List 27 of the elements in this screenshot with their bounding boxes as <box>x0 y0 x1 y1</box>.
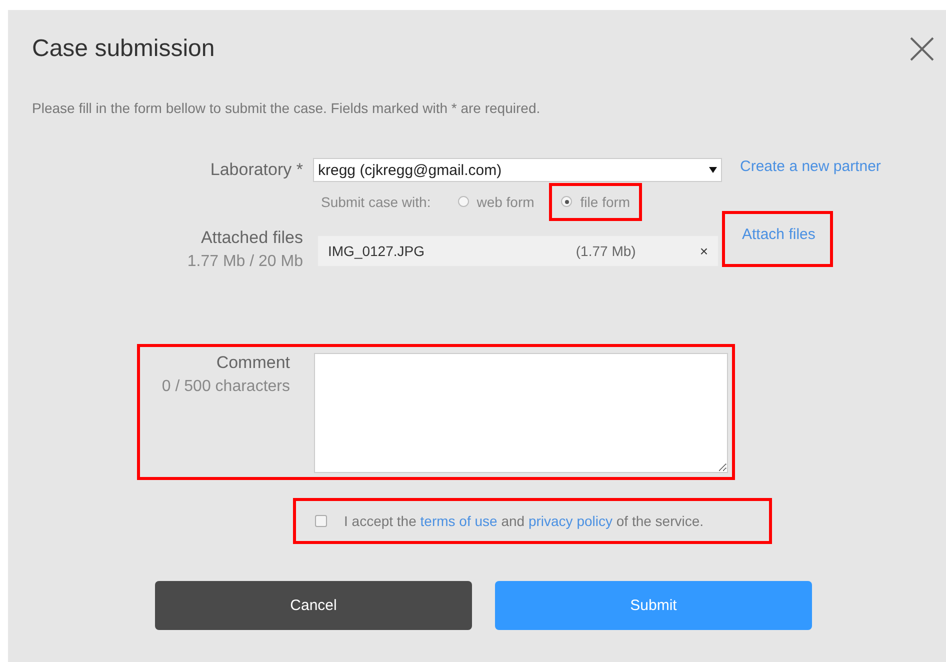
dialog-title: Case submission <box>32 35 215 63</box>
field-label: Submit case with: <box>321 194 431 210</box>
radio-button[interactable] <box>561 196 572 208</box>
caret-icon <box>709 167 717 173</box>
character-counter: 0 / 500 characters <box>160 378 290 396</box>
close-icon[interactable] <box>910 37 934 61</box>
link[interactable]: terms of use <box>420 513 498 529</box>
file-name: IMG_0127.JPG <box>328 243 426 259</box>
attach-files-link[interactable]: Attach files <box>742 226 816 243</box>
radio-label[interactable]: web form <box>476 194 534 210</box>
remove-file-button[interactable]: × <box>700 243 708 259</box>
submit-button[interactable]: Submit <box>495 581 812 630</box>
cancel-button[interactable]: Cancel <box>155 581 472 630</box>
terms-sentence: I accept the terms of use and privacy policy of the service. <box>344 513 704 529</box>
field-label: Comment <box>215 353 290 373</box>
radio-label[interactable]: file form <box>580 194 630 210</box>
size-usage: 1.77 Mb / 20 Mb <box>186 253 303 271</box>
radio-button[interactable] <box>458 196 469 208</box>
comment-field[interactable] <box>314 353 728 473</box>
field-label: Attached files <box>200 228 303 248</box>
field-label: Laboratory * <box>209 159 303 180</box>
create-partner-link[interactable]: Create a new partner <box>740 158 881 175</box>
instructions-text: Please fill in the form bellow to submit the case. Fields marked with * are required. <box>32 100 542 116</box>
checkbox[interactable] <box>315 515 327 527</box>
link[interactable]: privacy policy <box>528 513 612 529</box>
laboratory-select[interactable]: kregg (cjkregg@gmail.com) <box>313 158 722 182</box>
file-size: (1.77 Mb) <box>576 243 636 259</box>
